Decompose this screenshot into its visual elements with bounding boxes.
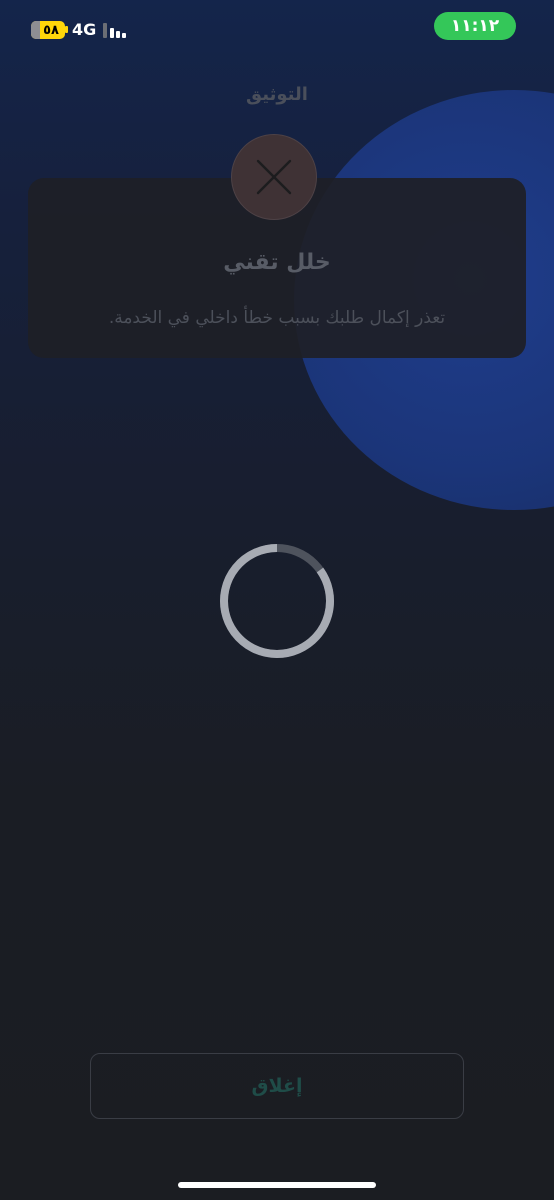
signal-bar [110,28,114,38]
home-indicator[interactable] [178,1182,376,1188]
error-title: خلل تقني [223,250,331,275]
close-button[interactable]: إغلاق [90,1053,464,1119]
error-message: تعذر إكمال طلبك بسبب خطأ داخلي في الخدمة… [108,308,446,328]
battery-tip [65,26,68,33]
screen: ٥٨ 4G ١١:١٢ التوثيق خلل تقني تعذر إكمال … [0,0,554,1200]
loading-spinner-icon [220,544,334,658]
close-x-glyph [256,159,292,195]
network-type: 4G [72,20,97,39]
signal-bar [103,23,107,38]
signal-bar [116,31,120,38]
signal-icon [103,23,129,38]
close-x-icon [231,134,317,220]
status-time[interactable]: ١١:١٢ [434,12,516,40]
signal-bar [122,33,126,38]
page-title: التوثيق [246,84,308,105]
battery-icon: ٥٨ [31,21,65,39]
battery-level: ٥٨ [43,22,59,38]
